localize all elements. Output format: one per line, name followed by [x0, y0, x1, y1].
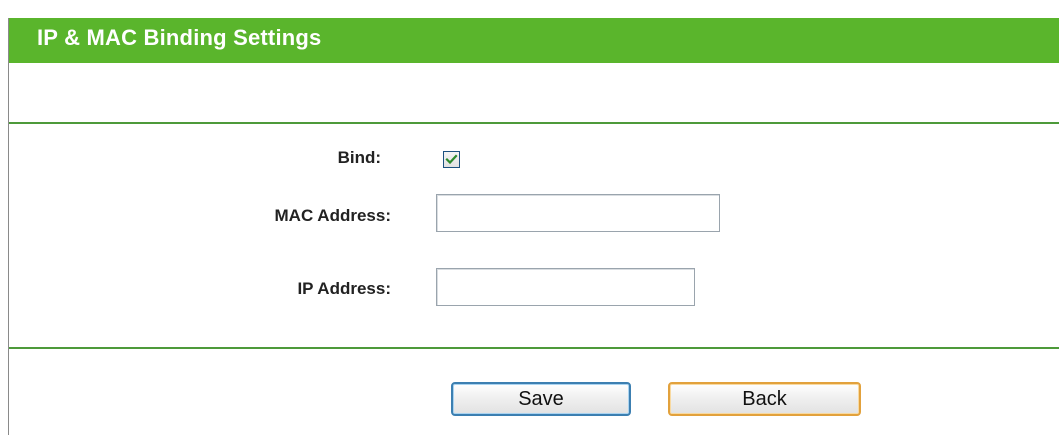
bottom-divider — [9, 347, 1059, 349]
bind-label: Bind: — [337, 148, 381, 167]
mac-address-label: MAC Address: — [274, 206, 392, 225]
checkmark-icon — [445, 154, 458, 165]
ip-address-label: IP Address: — [297, 279, 391, 298]
page-title: IP & MAC Binding Settings — [37, 25, 322, 50]
settings-panel: IP & MAC Binding Settings Bind: MAC Addr… — [8, 18, 1059, 435]
save-button[interactable]: Save — [451, 382, 631, 416]
bind-checkbox[interactable] — [443, 151, 460, 168]
mac-address-input[interactable] — [436, 194, 720, 232]
back-button[interactable]: Back — [668, 382, 861, 416]
top-divider — [9, 122, 1059, 124]
ip-address-input[interactable] — [436, 268, 695, 306]
title-bar: IP & MAC Binding Settings — [9, 18, 1059, 63]
